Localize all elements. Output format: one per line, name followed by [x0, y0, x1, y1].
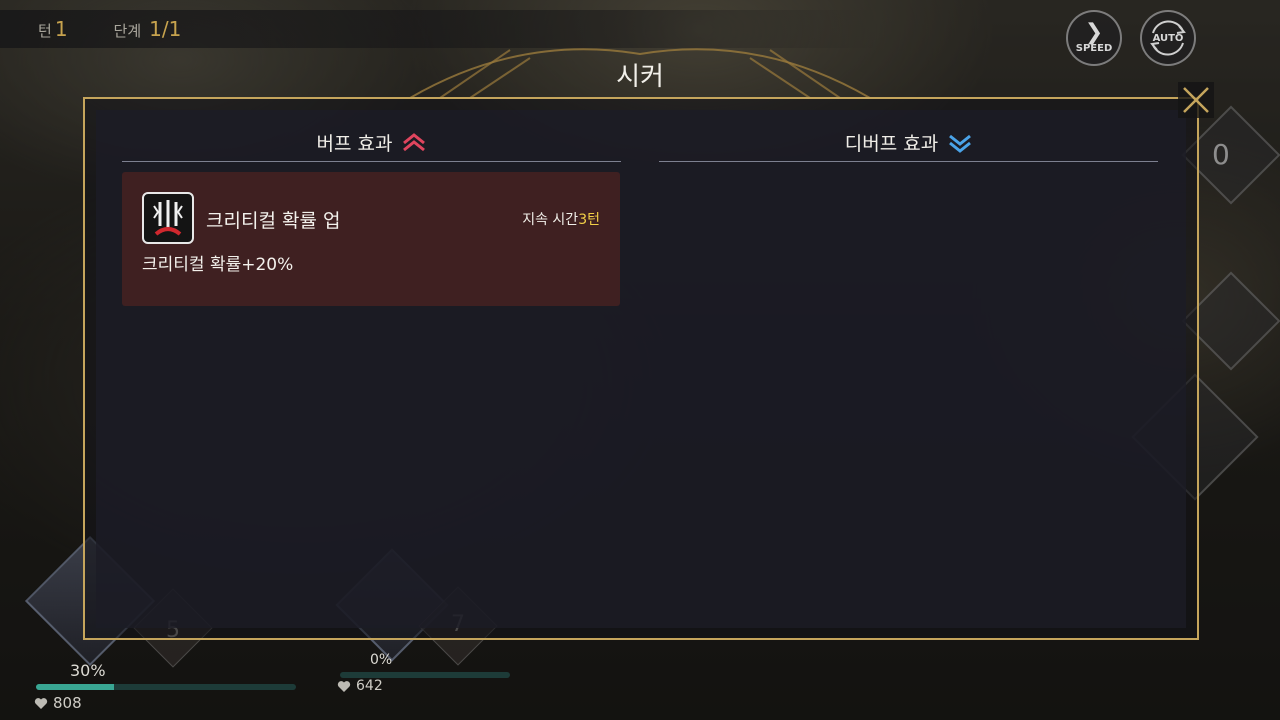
turn-counter: 턴 1 — [38, 17, 68, 41]
close-icon — [1183, 87, 1209, 113]
party-hp-value-2: 642 — [356, 678, 383, 694]
popup-title: 시커 — [616, 62, 664, 92]
party-gauge-fill-1 — [36, 684, 114, 690]
stage-value: 1/1 — [149, 17, 182, 41]
buff-name: 크리티컬 확률 업 — [206, 210, 341, 232]
party-gauge-bar-1 — [36, 684, 296, 690]
turn-label: 턴 — [38, 22, 52, 40]
debuff-header-label: 디버프 효과 — [844, 133, 939, 155]
buff-header: 버프 효과 — [122, 124, 621, 162]
stage-counter: 단계 1/1 — [114, 17, 182, 41]
party-gauge-percent-1: 30% — [70, 661, 106, 680]
heart-icon — [34, 697, 48, 709]
turn-stage-bar: 턴 1 단계 1/1 — [0, 10, 880, 48]
chevron-right-icon: ❯ — [1084, 19, 1104, 45]
heart-icon — [337, 680, 351, 692]
speed-label: SPEED — [1075, 42, 1113, 54]
debuff-down-arrow-icon — [949, 134, 972, 153]
buff-card[interactable]: 크리티컬 확률 업 지속 시간3턴 크리티컬 확률+20% — [122, 172, 620, 306]
party-gauge-percent-2: 0% — [370, 652, 393, 668]
buff-header-label: 버프 효과 — [316, 133, 393, 155]
party-hp-value-1: 808 — [53, 694, 82, 712]
party-hp-1: 808 — [34, 694, 82, 712]
buff-duration-label: 지속 시간 — [522, 212, 579, 228]
side-counter: 0 — [1212, 138, 1230, 171]
close-button[interactable] — [1178, 82, 1214, 118]
auto-button[interactable]: AUTO — [1140, 10, 1196, 66]
buff-description: 크리티컬 확률+20% — [142, 255, 294, 275]
buff-duration-value: 3턴 — [578, 212, 600, 228]
debuff-header: 디버프 효과 — [659, 124, 1158, 162]
triple-blade-icon — [142, 192, 194, 244]
stage-label: 단계 — [113, 22, 142, 40]
auto-cycle-icon — [1150, 20, 1186, 56]
buff-duration: 지속 시간3턴 — [522, 209, 600, 229]
buff-up-arrow-icon — [403, 132, 426, 151]
speed-button[interactable]: ❯ SPEED — [1066, 10, 1122, 66]
turn-value: 1 — [54, 17, 68, 41]
party-hp-2: 642 — [337, 678, 383, 694]
